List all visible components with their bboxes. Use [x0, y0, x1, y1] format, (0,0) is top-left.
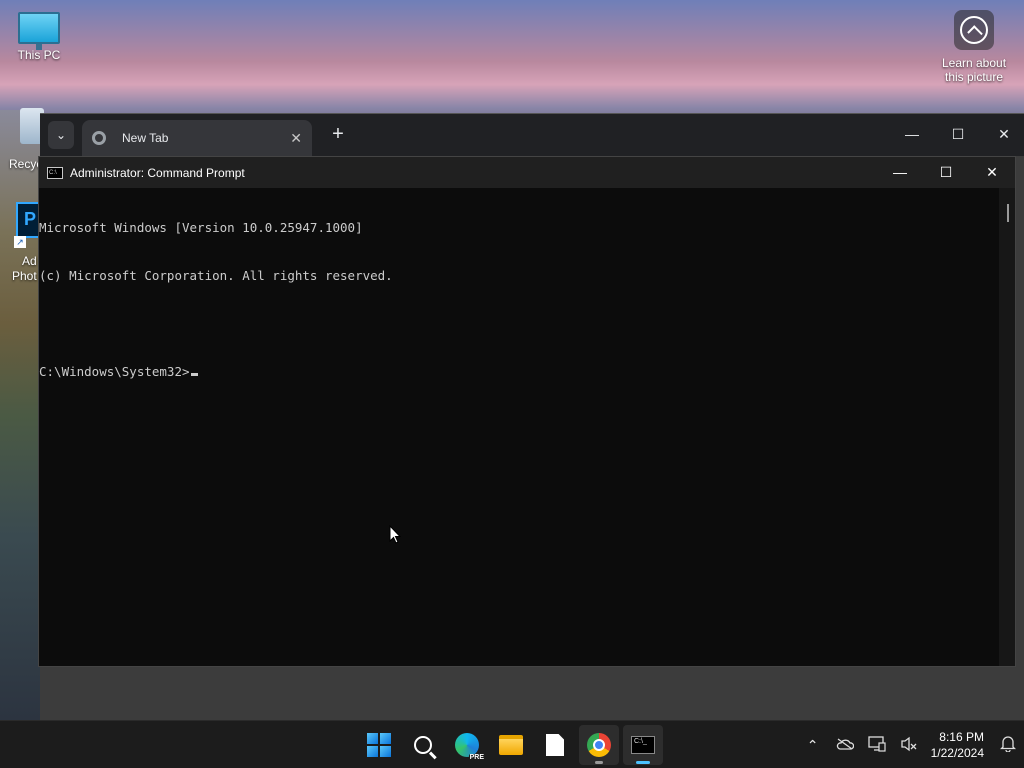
cmd-titlebar[interactable]: C:\ Administrator: Command Prompt — ☐ ✕ [39, 157, 1015, 188]
search-button[interactable] [403, 725, 443, 765]
chevron-up-icon: ⌃ [806, 736, 819, 753]
start-button[interactable] [359, 725, 399, 765]
close-tab-button[interactable]: ✕ [290, 130, 302, 147]
terminal-icon: C:\_ [631, 736, 655, 754]
clock-date: 1/22/2024 [930, 746, 984, 760]
photoshop-label-line1: Ad [22, 254, 37, 268]
taskbar: PRE C:\_ ⌃ 8:16 PM 1/22/2024 [0, 720, 1024, 768]
browser-maximize-button[interactable]: ☐ [938, 122, 978, 146]
search-icon [414, 736, 432, 754]
show-hidden-icons-button[interactable]: ⌃ [797, 737, 829, 754]
tab-search-button[interactable]: ⌄ [48, 121, 74, 149]
cmd-icon: C:\ [47, 166, 63, 179]
tab-title: New Tab [122, 131, 169, 145]
cmd-scrollbar[interactable] [999, 188, 1015, 666]
scrollbar-thumb[interactable] [1007, 204, 1009, 222]
command-prompt-window: C:\ Administrator: Command Prompt — ☐ ✕ … [38, 156, 1016, 667]
browser-close-button[interactable]: ✕ [984, 122, 1024, 146]
folder-icon [499, 735, 523, 755]
bell-icon [999, 736, 1017, 753]
camera-icon [954, 10, 994, 50]
cmd-console[interactable]: Microsoft Windows [Version 10.0.25947.10… [39, 188, 1015, 666]
cmd-title: Administrator: Command Prompt [70, 165, 245, 180]
onedrive-icon[interactable] [829, 737, 861, 753]
learn-about-picture[interactable]: Learn about this picture [938, 10, 1010, 84]
shortcut-arrow-icon: ↗ [14, 236, 26, 248]
monitor-icon [18, 12, 60, 50]
active-indicator [636, 761, 650, 764]
desktop-icon-this-pc[interactable]: This PC [4, 10, 74, 62]
photoshop-label-line2: Phot [12, 269, 37, 283]
clock[interactable]: 8:16 PM 1/22/2024 [931, 729, 984, 761]
browser-titlebar: ⌄ New Tab ✕ + — ☐ ✕ [40, 114, 1024, 156]
edge-preview-button[interactable]: PRE [447, 725, 487, 765]
new-tab-button[interactable]: + [324, 122, 352, 146]
cmd-maximize-button[interactable]: ☐ [923, 157, 969, 188]
cmd-minimize-button[interactable]: — [877, 157, 923, 188]
console-line: (c) Microsoft Corporation. All rights re… [39, 268, 393, 283]
edge-icon: PRE [455, 733, 485, 761]
taskbar-apps: PRE C:\_ [359, 725, 663, 765]
desktop-icon-label: This PC [17, 48, 61, 62]
console-prompt-line: C:\Windows\System32> [39, 364, 1015, 380]
learn-line1: Learn about [941, 56, 1007, 70]
file-explorer-button[interactable] [491, 725, 531, 765]
notifications-button[interactable] [992, 734, 1024, 756]
volume-muted-icon[interactable] [893, 736, 925, 755]
system-tray: ⌃ 8:16 PM 1/22/2024 [797, 721, 1024, 768]
terminal-button[interactable]: C:\_ [623, 725, 663, 765]
network-icon[interactable] [861, 735, 893, 755]
cmd-close-button[interactable]: ✕ [969, 157, 1015, 188]
chrome-icon [587, 733, 611, 757]
chrome-icon [92, 131, 106, 145]
mouse-pointer-icon [389, 524, 402, 550]
running-indicator [595, 761, 603, 764]
learn-line2: this picture [944, 70, 1004, 84]
browser-minimize-button[interactable]: — [892, 122, 932, 146]
console-line: Microsoft Windows [Version 10.0.25947.10… [39, 220, 363, 235]
file-icon [546, 734, 564, 756]
console-prompt: C:\Windows\System32> [39, 364, 190, 379]
clock-time: 8:16 PM [939, 730, 984, 744]
chrome-button[interactable] [579, 725, 619, 765]
notepad-button[interactable] [535, 725, 575, 765]
text-cursor [190, 373, 198, 376]
chevron-down-icon: ⌄ [55, 128, 67, 142]
tab-new-tab[interactable]: New Tab ✕ [82, 120, 312, 156]
windows-start-icon [367, 733, 391, 757]
